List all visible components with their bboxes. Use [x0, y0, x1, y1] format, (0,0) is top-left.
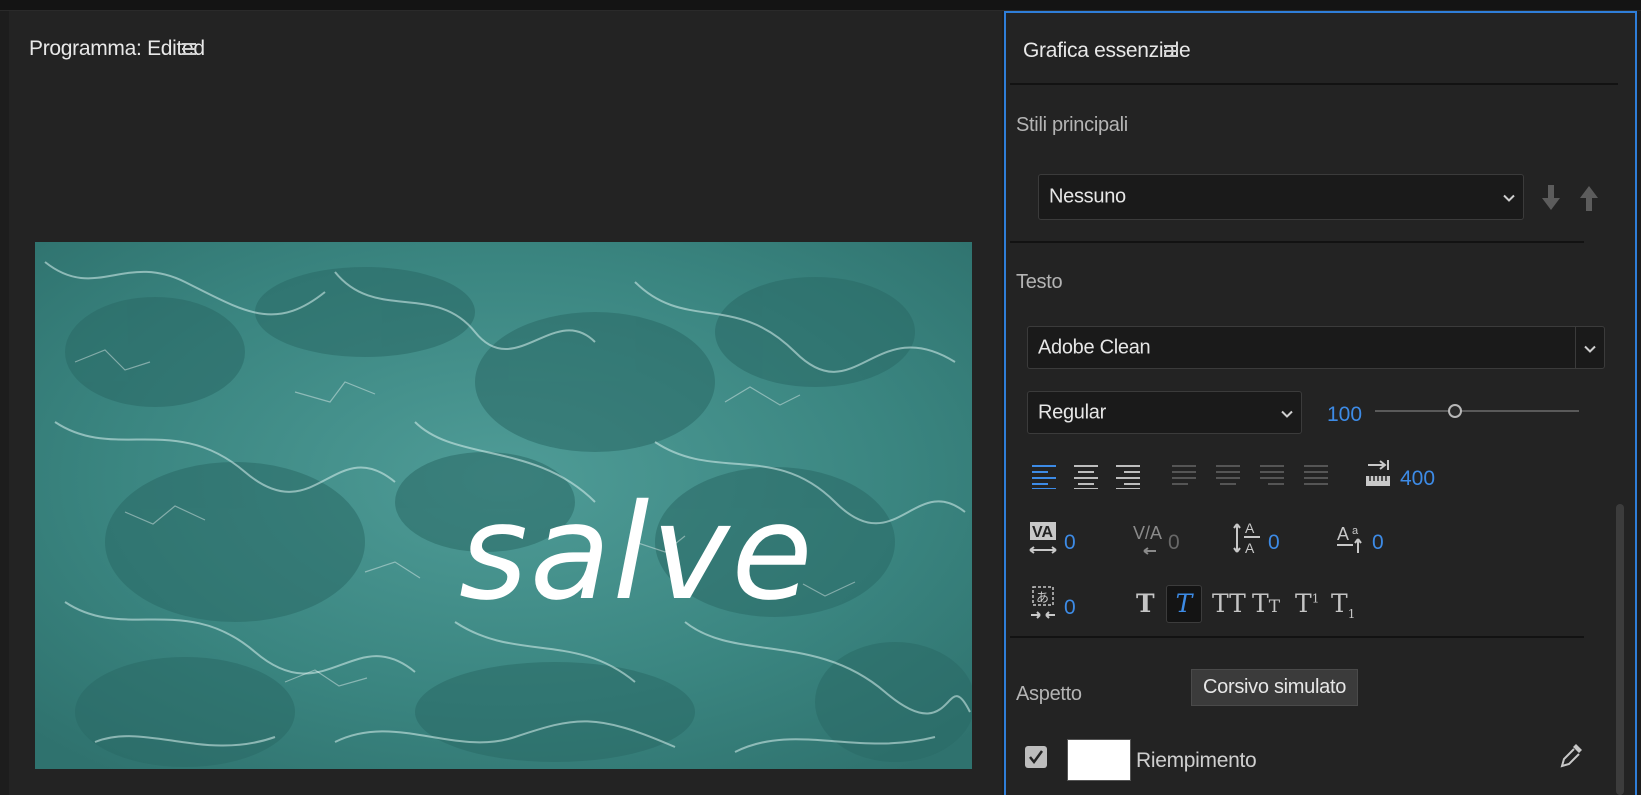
faux-bold-button[interactable]: T — [1136, 589, 1155, 618]
program-panel-header: Programma: Edited — [9, 11, 1002, 69]
justify-last-left-icon[interactable] — [1171, 463, 1197, 489]
program-panel-title: Programma: Edited — [29, 37, 205, 60]
align-right-icon[interactable] — [1115, 463, 1141, 489]
font-size-value[interactable]: 100 — [1327, 403, 1362, 427]
faux-italic-button[interactable]: T — [1166, 585, 1202, 623]
faux-italic-tooltip: Corsivo simulato — [1191, 669, 1359, 706]
small-caps-button[interactable]: TT — [1252, 589, 1280, 618]
svg-text:a: a — [1352, 525, 1359, 537]
tracking-icon: V/A — [1132, 521, 1162, 557]
chevron-down-icon — [1584, 336, 1596, 359]
svg-text:あ: あ — [1036, 591, 1049, 606]
svg-text:A: A — [1337, 524, 1349, 544]
master-styles-label: Stili principali — [1016, 114, 1128, 136]
svg-text:A: A — [1245, 540, 1255, 556]
font-size-slider-track[interactable] — [1375, 410, 1579, 412]
leading-icon: AA — [1232, 518, 1264, 558]
svg-text:A: A — [1245, 520, 1255, 536]
svg-text:V/A: V/A — [1133, 523, 1162, 543]
font-style-value: Regular — [1038, 401, 1106, 423]
push-to-master-style-down-arrow-icon[interactable] — [1541, 185, 1561, 216]
chevron-down-icon — [1281, 401, 1293, 424]
baseline-shift-icon: Aa — [1336, 520, 1366, 556]
justify-last-center-icon[interactable] — [1215, 463, 1241, 489]
leading-value[interactable]: 0 — [1268, 531, 1280, 555]
font-family-dropdown[interactable]: Adobe Clean — [1027, 326, 1605, 369]
justify-all-icon[interactable] — [1303, 463, 1329, 489]
superscript-button[interactable]: T1 — [1295, 589, 1319, 618]
text-section-divider — [1010, 636, 1584, 638]
tracking-value[interactable]: 0 — [1168, 531, 1180, 555]
tsume-icon: あ — [1028, 585, 1058, 621]
tab-width-ruler-icon — [1364, 460, 1392, 488]
align-left-icon[interactable] — [1031, 463, 1057, 489]
master-styles-dropdown[interactable]: Nessuno — [1038, 174, 1524, 220]
master-styles-value: Nessuno — [1049, 185, 1126, 208]
program-monitor-panel: Programma: Edited salve — [9, 11, 1002, 795]
font-style-dropdown[interactable]: Regular — [1027, 391, 1302, 434]
tab-width-value[interactable]: 400 — [1400, 467, 1435, 491]
text-section-label: Testo — [1016, 271, 1063, 293]
fill-checkbox[interactable] — [1025, 746, 1047, 768]
eyedropper-icon[interactable] — [1559, 741, 1585, 771]
hamburger-menu-icon[interactable] — [1164, 44, 1178, 58]
kerning-icon: VA — [1028, 521, 1058, 557]
sync-from-master-style-up-arrow-icon[interactable] — [1579, 185, 1599, 216]
header-divider — [1010, 83, 1618, 85]
overlay-text-salve[interactable]: salve — [459, 476, 815, 630]
essential-graphics-scrollbar[interactable] — [1616, 504, 1624, 795]
font-size-slider-thumb[interactable] — [1447, 404, 1462, 418]
svg-text:VA: VA — [1032, 524, 1053, 541]
top-strip — [0, 0, 1641, 11]
fill-color-swatch[interactable] — [1067, 739, 1131, 781]
tsume-value[interactable]: 0 — [1064, 596, 1076, 620]
baseline-shift-value[interactable]: 0 — [1372, 531, 1384, 555]
kerning-value[interactable]: 0 — [1064, 531, 1076, 555]
chevron-down-icon — [1503, 186, 1515, 209]
fill-label: Riempimento — [1136, 749, 1257, 772]
all-caps-button[interactable]: TT — [1212, 589, 1246, 618]
align-center-icon[interactable] — [1073, 463, 1099, 489]
justify-last-right-icon[interactable] — [1259, 463, 1285, 489]
font-family-value: Adobe Clean — [1038, 336, 1151, 358]
subscript-button[interactable]: T1 — [1331, 589, 1355, 621]
appearance-section-label: Aspetto — [1016, 683, 1082, 705]
hamburger-menu-icon[interactable] — [182, 42, 196, 56]
master-styles-divider — [1010, 241, 1584, 243]
